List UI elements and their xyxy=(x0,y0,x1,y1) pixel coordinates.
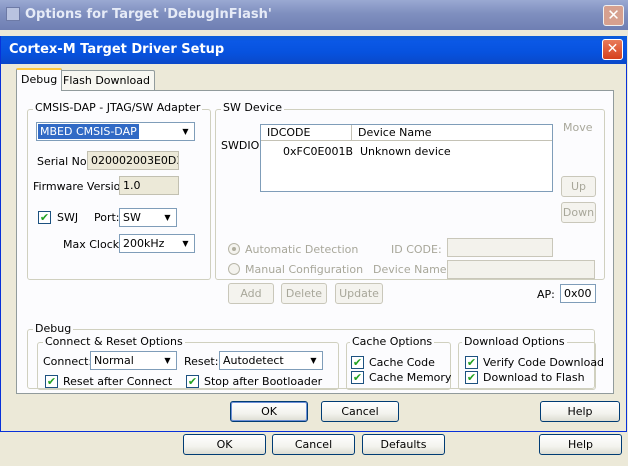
options-defaults-button[interactable]: Defaults xyxy=(362,434,445,455)
move-up-button[interactable]: Up xyxy=(561,176,596,197)
dialog-cancel-button[interactable]: Cancel xyxy=(321,401,399,422)
automatic-detection-radio[interactable] xyxy=(228,243,240,255)
table-row[interactable]: 0xFC0E001B Unknown device xyxy=(261,145,552,161)
tab-debug[interactable]: Debug xyxy=(16,68,63,91)
move-label: Move xyxy=(563,121,593,134)
max-clock-value: 200kHz xyxy=(123,237,165,250)
sw-device-list[interactable]: IDCODE Device Name 0xFC0E001B Unknown de… xyxy=(260,124,553,192)
port-select[interactable]: SW ▼ xyxy=(119,208,177,227)
reset-select-value: Autodetect xyxy=(223,354,284,367)
chevron-down-icon[interactable]: ▼ xyxy=(306,353,321,368)
reset-label: Reset: xyxy=(184,355,219,368)
ap-input[interactable]: 0x00 xyxy=(560,284,596,303)
swdio-label: SWDIO xyxy=(221,139,260,152)
swj-label: SWJ xyxy=(57,211,79,224)
debug-tab-panel: CMSIS-DAP - JTAG/SW Adapter MBED CMSIS-D… xyxy=(16,90,614,394)
delete-button[interactable]: Delete xyxy=(281,283,327,304)
reset-after-connect-checkbox[interactable]: ✔ xyxy=(45,375,58,388)
automatic-detection-label: Automatic Detection xyxy=(245,243,359,256)
stop-after-bootloader-label: Stop after Bootloader xyxy=(204,375,323,388)
connect-reset-group-label: Connect & Reset Options xyxy=(43,335,185,348)
chevron-down-icon[interactable]: ▼ xyxy=(178,236,193,251)
options-window-title: Options for Target 'DebugInFlash' xyxy=(25,7,272,22)
port-label: Port: xyxy=(94,211,120,224)
options-window-close-icon[interactable]: ✕ xyxy=(603,5,624,26)
swj-checkbox[interactable]: ✔ xyxy=(38,211,51,224)
target-driver-setup-dialog: Cortex-M Target Driver Setup ✕ Debug Fla… xyxy=(0,36,627,432)
cache-memory-checkbox[interactable]: ✔ xyxy=(351,371,364,384)
port-select-value: SW xyxy=(123,211,141,224)
debug-group-label: Debug xyxy=(33,322,74,335)
device-name-field-label: Device Name: xyxy=(373,263,451,276)
stop-after-bootloader-checkbox[interactable]: ✔ xyxy=(186,375,199,388)
cache-options-group-label: Cache Options xyxy=(350,335,435,348)
firmware-field: 1.0 xyxy=(119,176,179,195)
dialog-title: Cortex-M Target Driver Setup xyxy=(9,42,225,57)
reset-after-connect-label: Reset after Connect xyxy=(63,375,173,388)
dialog-help-button[interactable]: Help xyxy=(540,401,620,422)
dialog-close-icon[interactable]: ✕ xyxy=(602,39,623,60)
cache-memory-label: Cache Memory xyxy=(369,371,452,384)
options-cancel-button[interactable]: Cancel xyxy=(272,434,355,455)
serial-field: 020002003E0D3E xyxy=(87,151,179,170)
manual-configuration-radio[interactable] xyxy=(228,263,240,275)
options-ok-button[interactable]: OK xyxy=(183,434,266,455)
verify-code-download-checkbox[interactable]: ✔ xyxy=(465,356,478,369)
download-to-flash-label: Download to Flash xyxy=(483,371,585,384)
adapter-group-label: CMSIS-DAP - JTAG/SW Adapter xyxy=(33,101,203,114)
ap-label: AP: xyxy=(537,288,555,301)
tab-flash-download[interactable]: Flash Download xyxy=(58,70,156,90)
device-name-input[interactable] xyxy=(447,260,595,279)
adapter-select-value: MBED CMSIS-DAP xyxy=(38,124,139,139)
cache-code-checkbox[interactable]: ✔ xyxy=(351,356,364,369)
reset-select[interactable]: Autodetect ▼ xyxy=(219,351,323,370)
idcode-cell: 0xFC0E001B xyxy=(283,145,354,158)
idcode-field-label: ID CODE: xyxy=(391,243,442,256)
cache-code-label: Cache Code xyxy=(369,356,435,369)
connect-select-value: Normal xyxy=(94,354,134,367)
chevron-down-icon[interactable]: ▼ xyxy=(160,210,175,225)
manual-configuration-label: Manual Configuration xyxy=(245,263,364,276)
idcode-column-header[interactable]: IDCODE xyxy=(261,125,352,141)
connect-label: Connect: xyxy=(43,355,93,368)
max-clock-select[interactable]: 200kHz ▼ xyxy=(119,234,195,253)
serial-label: Serial No: xyxy=(37,155,91,168)
dialog-titlebar: Cortex-M Target Driver Setup ✕ xyxy=(1,36,627,64)
max-clock-label: Max Clock: xyxy=(63,238,123,251)
connect-select[interactable]: Normal ▼ xyxy=(90,351,177,370)
chevron-down-icon[interactable]: ▼ xyxy=(160,353,175,368)
update-button[interactable]: Update xyxy=(335,283,383,304)
firmware-label: Firmware Version: xyxy=(33,180,132,193)
dialog-ok-button[interactable]: OK xyxy=(230,401,308,422)
device-name-cell: Unknown device xyxy=(360,145,451,158)
download-options-group-label: Download Options xyxy=(462,335,567,348)
verify-code-download-label: Verify Code Download xyxy=(483,356,605,369)
device-name-column-header[interactable]: Device Name xyxy=(352,125,552,141)
add-button[interactable]: Add xyxy=(228,283,274,304)
app-icon xyxy=(6,7,20,21)
download-to-flash-checkbox[interactable]: ✔ xyxy=(465,371,478,384)
adapter-select[interactable]: MBED CMSIS-DAP ▼ xyxy=(36,122,195,141)
chevron-down-icon[interactable]: ▼ xyxy=(178,124,193,139)
sw-device-group-label: SW Device xyxy=(221,101,284,114)
move-down-button[interactable]: Down xyxy=(561,202,596,223)
idcode-input[interactable] xyxy=(447,238,553,257)
options-window-titlebar: Options for Target 'DebugInFlash' ✕ xyxy=(0,0,628,30)
options-help-button[interactable]: Help xyxy=(539,434,622,455)
